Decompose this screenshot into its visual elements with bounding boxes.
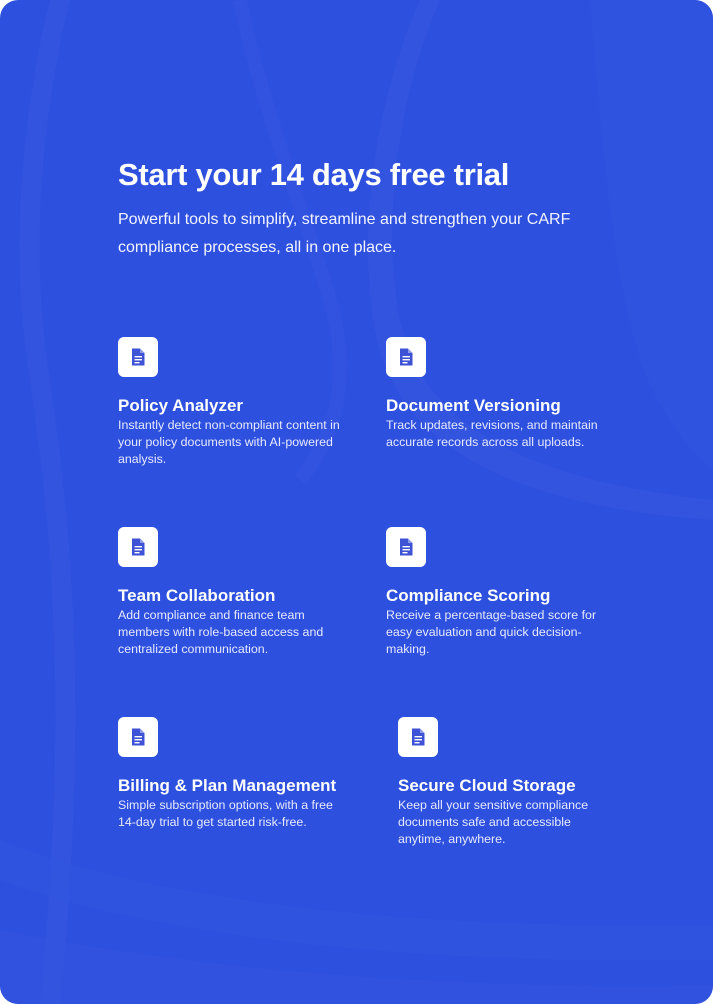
document-icon [386,337,426,377]
feature-description: Instantly detect non-compliant content i… [118,418,340,466]
feature-title: Compliance Scoring [386,586,551,605]
feature-description: Track updates, revisions, and maintain a… [386,418,598,449]
feature-card-billing-plan-management: Billing & Plan Management Simple subscri… [118,717,358,831]
feature-title: Billing & Plan Management [118,776,337,795]
feature-card-team-collaboration: Team Collaboration Add compliance and fi… [118,527,358,658]
trial-panel: Start your 14 days free trial Powerful t… [0,0,713,1004]
document-icon [118,717,158,757]
document-icon [386,527,426,567]
feature-description: Receive a percentage-based score for eas… [386,608,597,656]
feature-title: Team Collaboration [118,586,276,605]
feature-description: Simple subscription options, with a free… [118,798,333,829]
document-icon [118,527,158,567]
feature-description: Keep all your sensitive compliance docum… [398,798,589,846]
feature-card-policy-analyzer: Policy Analyzer Instantly detect non-com… [118,337,358,468]
feature-title: Document Versioning [386,396,561,415]
feature-title: Secure Cloud Storage [398,776,576,795]
document-icon [398,717,438,757]
feature-card-secure-cloud-storage: Secure Cloud Storage Keep all your sensi… [398,717,638,848]
feature-card-compliance-scoring: Compliance Scoring Receive a percentage-… [386,527,626,658]
page-title: Start your 14 days free trial [118,157,510,192]
feature-description: Add compliance and finance team members … [118,608,324,656]
feature-title: Policy Analyzer [118,396,244,415]
feature-card-document-versioning: Document Versioning Track updates, revis… [386,337,626,451]
page-subtitle: Powerful tools to simplify, streamline a… [118,211,571,256]
background-decoration [0,0,713,1004]
document-icon [118,337,158,377]
